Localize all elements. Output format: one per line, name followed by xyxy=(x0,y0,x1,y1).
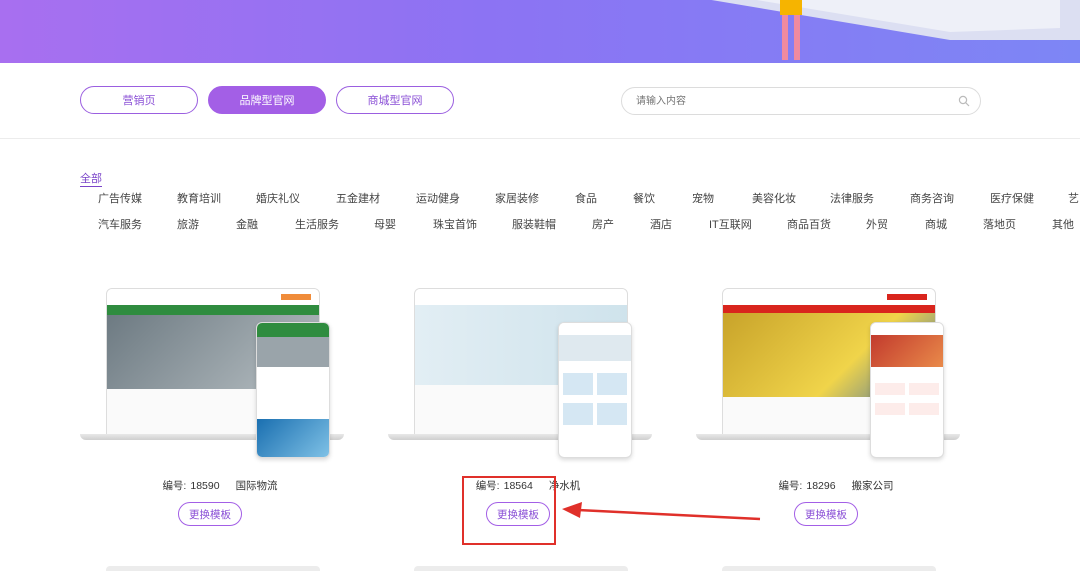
template-type-tabs: 营销页 品牌型官网 商城型官网 xyxy=(80,86,454,114)
search-input[interactable] xyxy=(634,94,958,108)
change-template-button[interactable]: 更换模板 xyxy=(178,502,242,526)
category-item[interactable]: 旅游 xyxy=(177,216,199,232)
category-item[interactable]: 婚庆礼仪 xyxy=(256,190,300,206)
category-item[interactable]: 商城 xyxy=(925,216,947,232)
category-item[interactable]: 商品百货 xyxy=(787,216,831,232)
category-item[interactable]: 教育培训 xyxy=(177,190,221,206)
template-id: 18296 xyxy=(806,480,836,492)
template-info: 编号: 18590 国际物流 xyxy=(80,478,360,493)
template-preview[interactable] xyxy=(80,282,360,458)
search-icon[interactable] xyxy=(958,95,970,107)
mobile-preview xyxy=(870,322,944,458)
tab-brand-website[interactable]: 品牌型官网 xyxy=(208,86,326,114)
category-item[interactable]: 酒店 xyxy=(650,216,672,232)
category-item[interactable]: 母婴 xyxy=(374,216,396,232)
category-item[interactable]: 珠宝首饰 xyxy=(433,216,477,232)
category-item[interactable]: 广告传媒 xyxy=(98,190,142,206)
banner-illustration xyxy=(711,0,1080,60)
category-item[interactable]: 食品 xyxy=(575,190,597,206)
template-id-label: 编号: xyxy=(778,480,803,492)
category-item[interactable]: 房产 xyxy=(592,216,614,232)
template-info: 编号: 18296 搬家公司 xyxy=(696,478,976,493)
tab-marketing-page[interactable]: 营销页 xyxy=(80,86,198,114)
category-row-2: 汽车服务 旅游 金融 生活服务 母婴 珠宝首饰 服装鞋帽 房产 酒店 IT互联网… xyxy=(0,216,1080,232)
template-card: 编号: 18590 国际物流 更换模板 xyxy=(80,282,360,532)
template-id: 18590 xyxy=(190,480,220,492)
category-item[interactable]: 生活服务 xyxy=(295,216,339,232)
mobile-preview xyxy=(256,322,330,458)
mobile-preview xyxy=(558,322,632,458)
category-all[interactable]: 全部 xyxy=(80,172,102,187)
template-preview[interactable] xyxy=(696,282,976,458)
category-item[interactable]: 餐饮 xyxy=(633,190,655,206)
search-box xyxy=(621,87,981,115)
category-item[interactable]: 艺 xyxy=(1068,190,1079,206)
category-item[interactable]: 其他 xyxy=(1052,216,1074,232)
category-item[interactable]: 汽车服务 xyxy=(98,216,142,232)
category-row-1: 广告传媒 教育培训 婚庆礼仪 五金建材 运动健身 家居装修 食品 餐饮 宠物 美… xyxy=(0,190,1080,206)
category-item[interactable]: 美容化妆 xyxy=(752,190,796,206)
template-name: 国际物流 xyxy=(235,480,278,492)
template-name: 搬家公司 xyxy=(851,480,894,492)
change-template-button[interactable]: 更换模板 xyxy=(794,502,858,526)
category-item[interactable]: 商务咨询 xyxy=(910,190,954,206)
category-item[interactable]: IT互联网 xyxy=(709,216,752,232)
category-item[interactable]: 医疗保健 xyxy=(990,190,1034,206)
category-item[interactable]: 金融 xyxy=(236,216,258,232)
category-item[interactable]: 家居装修 xyxy=(495,190,539,206)
template-preview[interactable] xyxy=(388,282,668,458)
category-item[interactable]: 五金建材 xyxy=(336,190,380,206)
template-card: 编号: 18296 搬家公司 更换模板 xyxy=(696,282,976,532)
tab-mall-website[interactable]: 商城型官网 xyxy=(336,86,454,114)
category-item[interactable]: 外贸 xyxy=(866,216,888,232)
category-item[interactable]: 宠物 xyxy=(692,190,714,206)
annotation-highlight-box xyxy=(462,476,556,545)
divider xyxy=(0,138,1080,139)
category-item[interactable]: 运动健身 xyxy=(416,190,460,206)
template-id-label: 编号: xyxy=(162,480,187,492)
category-item[interactable]: 法律服务 xyxy=(830,190,874,206)
top-banner xyxy=(0,0,1080,63)
category-item[interactable]: 落地页 xyxy=(983,216,1016,232)
annotation-arrow-icon xyxy=(562,502,761,521)
category-item[interactable]: 服装鞋帽 xyxy=(512,216,556,232)
